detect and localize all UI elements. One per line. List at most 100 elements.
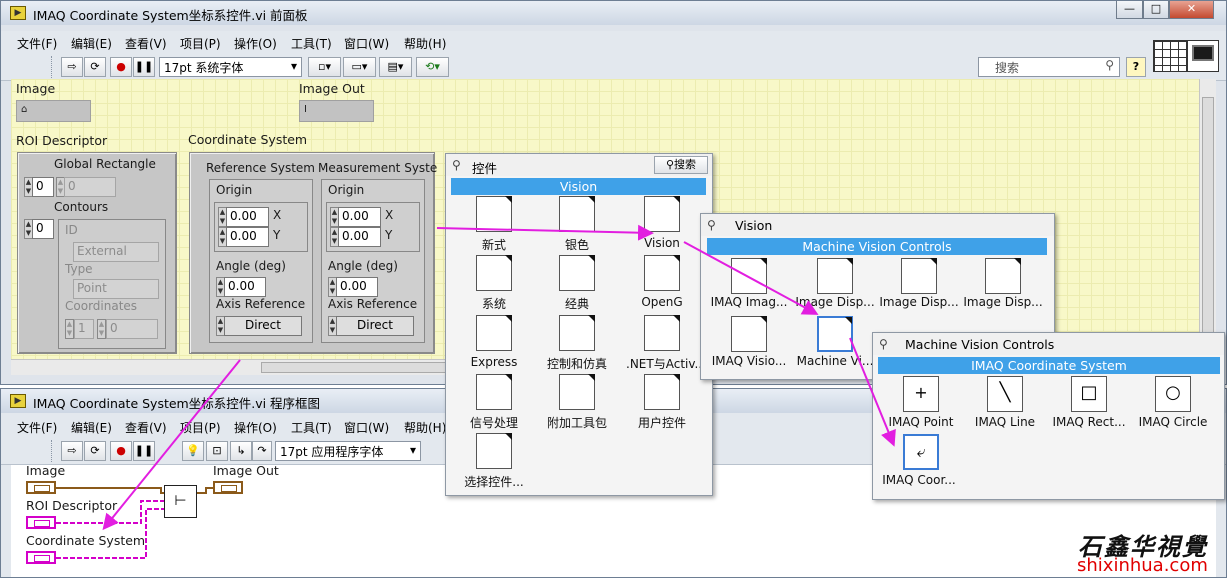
close-button[interactable]: ✕ bbox=[1169, 1, 1214, 19]
machine-vision-icon[interactable] bbox=[817, 316, 853, 352]
vision-palette-icon[interactable] bbox=[644, 196, 680, 232]
bd-menu-operate[interactable]: 操作(O) bbox=[234, 419, 277, 436]
coord-value-field[interactable]: 0 bbox=[106, 319, 158, 339]
ref-axis-reference-field[interactable]: Direct bbox=[224, 316, 302, 336]
help-button[interactable]: ? bbox=[1126, 57, 1146, 77]
bd-run-arrow-icon[interactable]: ⇨ bbox=[61, 441, 83, 461]
controls-palette-header[interactable]: ⚲ 控件 ⚲搜索 bbox=[446, 154, 712, 176]
type-field[interactable]: Point bbox=[73, 279, 159, 299]
global-rect-field[interactable]: 0 bbox=[64, 177, 116, 197]
measurement-system-cluster[interactable]: Origin ▲ ▼ 0.00 X ▲ ▼ 0.00 Y Angle (deg) ▲… bbox=[321, 179, 425, 343]
step-into-icon[interactable]: ↳ bbox=[230, 441, 252, 461]
openg-palette-icon[interactable] bbox=[644, 255, 680, 291]
modern-palette-icon[interactable] bbox=[476, 196, 512, 232]
mvc-pin-icon[interactable]: ⚲ bbox=[879, 337, 888, 351]
bd-menu-tools[interactable]: 工具(T) bbox=[291, 419, 332, 436]
vertical-scroll-thumb[interactable] bbox=[1202, 97, 1214, 337]
highlight-execution-icon[interactable]: 💡 bbox=[182, 441, 204, 461]
imaq-rect-icon[interactable]: □ bbox=[1071, 376, 1107, 412]
run-continuously-icon[interactable]: ⟳ bbox=[84, 57, 106, 77]
imaq-coordinate-icon[interactable]: ⤶ bbox=[903, 434, 939, 470]
menu-help[interactable]: 帮助(H) bbox=[404, 35, 446, 52]
roi-index-field[interactable]: 0 bbox=[32, 177, 54, 197]
step-over-icon[interactable]: ↷ bbox=[252, 441, 272, 461]
search-input[interactable]: 搜索 ⚲ bbox=[978, 57, 1120, 77]
id-field[interactable]: External bbox=[73, 242, 159, 262]
meas-origin-cluster[interactable]: ▲ ▼ 0.00 X ▲ ▼ 0.00 Y bbox=[326, 202, 420, 252]
select-control-palette-icon[interactable] bbox=[476, 433, 512, 469]
dotnet-palette-icon[interactable] bbox=[644, 315, 680, 351]
distribute-objects-icon[interactable]: ▭▾ bbox=[343, 57, 376, 77]
pause-icon[interactable]: ❚❚ bbox=[133, 57, 155, 77]
imaq-image-icon[interactable] bbox=[731, 258, 767, 294]
minimize-button[interactable]: — bbox=[1116, 1, 1143, 19]
bd-run-continuously-icon[interactable]: ⟳ bbox=[84, 441, 106, 461]
abort-icon[interactable]: ● bbox=[110, 57, 132, 77]
menu-window[interactable]: 窗口(W) bbox=[344, 35, 389, 52]
retain-wire-values-icon[interactable]: ⊡ bbox=[206, 441, 228, 461]
menu-project[interactable]: 项目(P) bbox=[180, 35, 221, 52]
coordinate-system-cluster[interactable]: Reference System Origin ▲ ▼ 0.00 X ▲ ▼ 0.0… bbox=[189, 152, 437, 354]
menu-file[interactable]: 文件(F) bbox=[17, 35, 57, 52]
bd-abort-icon[interactable]: ● bbox=[110, 441, 132, 461]
menu-operate[interactable]: 操作(O) bbox=[234, 35, 277, 52]
run-arrow-icon[interactable]: ⇨ bbox=[61, 57, 83, 77]
reference-system-cluster[interactable]: Origin ▲ ▼ 0.00 X ▲ ▼ 0.00 Y Angle (deg) ▲… bbox=[209, 179, 313, 343]
bd-font-select[interactable]: 17pt 应用程序字体 ▾ bbox=[275, 441, 421, 461]
bd-menu-edit[interactable]: 编辑(E) bbox=[71, 419, 112, 436]
image-out-indicator[interactable]: I bbox=[299, 100, 374, 122]
ref-origin-cluster[interactable]: ▲ ▼ 0.00 X ▲ ▼ 0.00 Y bbox=[214, 202, 308, 252]
bd-pause-icon[interactable]: ❚❚ bbox=[133, 441, 155, 461]
ref-angle-field[interactable]: 0.00 bbox=[224, 277, 266, 297]
system-palette-icon[interactable] bbox=[476, 255, 512, 291]
bd-menu-window[interactable]: 窗口(W) bbox=[344, 419, 389, 436]
express-palette-icon[interactable] bbox=[476, 315, 512, 351]
bd-menu-project[interactable]: 项目(P) bbox=[180, 419, 221, 436]
meas-axis-reference-field[interactable]: Direct bbox=[336, 316, 414, 336]
ref-y-field[interactable]: 0.00 bbox=[226, 227, 269, 247]
reorder-icon[interactable]: ⟲▾ bbox=[416, 57, 449, 77]
mvc-palette-header[interactable]: ⚲ Machine Vision Controls bbox=[873, 333, 1224, 355]
imaq-circle-icon[interactable]: ○ bbox=[1155, 376, 1191, 412]
front-panel-titlebar[interactable]: ▶ IMAQ Coordinate System坐标系控件.vi 前面板 — □… bbox=[1, 1, 1226, 25]
vision-palette-header[interactable]: ⚲ Vision bbox=[701, 214, 1054, 236]
vi-icon[interactable] bbox=[1187, 40, 1219, 72]
menu-view[interactable]: 查看(V) bbox=[125, 35, 167, 52]
silver-palette-icon[interactable] bbox=[559, 196, 595, 232]
classic-palette-icon[interactable] bbox=[559, 255, 595, 291]
coord-index-field[interactable]: 1 bbox=[74, 319, 94, 339]
imaq-line-icon[interactable]: ╲ bbox=[987, 376, 1023, 412]
align-objects-icon[interactable]: ▫▾ bbox=[308, 57, 341, 77]
ref-x-field[interactable]: 0.00 bbox=[226, 207, 269, 227]
vision-pin-icon[interactable]: ⚲ bbox=[707, 218, 716, 232]
bd-menu-file[interactable]: 文件(F) bbox=[17, 419, 57, 436]
bd-menu-help[interactable]: 帮助(H) bbox=[404, 419, 446, 436]
maximize-button[interactable]: □ bbox=[1143, 1, 1169, 19]
bd-menu-view[interactable]: 查看(V) bbox=[125, 419, 167, 436]
menu-tools[interactable]: 工具(T) bbox=[291, 35, 332, 52]
imaq-point-icon[interactable]: + bbox=[903, 376, 939, 412]
addons-palette-icon[interactable] bbox=[559, 374, 595, 410]
pin-icon[interactable]: ⚲ bbox=[452, 158, 461, 172]
palette-search-button[interactable]: ⚲搜索 bbox=[654, 156, 708, 174]
image-display-1-icon[interactable] bbox=[817, 258, 853, 294]
font-select[interactable]: 17pt 系统字体 ▾ bbox=[159, 57, 302, 77]
vertical-scrollbar[interactable] bbox=[1199, 79, 1216, 359]
contours-index-field[interactable]: 0 bbox=[32, 219, 54, 239]
imaq-vision-icon[interactable] bbox=[731, 316, 767, 352]
menu-edit[interactable]: 编辑(E) bbox=[71, 35, 112, 52]
resize-objects-icon[interactable]: ▤▾ bbox=[379, 57, 412, 77]
meas-angle-field[interactable]: 0.00 bbox=[336, 277, 378, 297]
contours-element[interactable]: ID External Type Point Coordinates ▲ ▼ 1 … bbox=[58, 219, 166, 349]
user-controls-palette-icon[interactable] bbox=[644, 374, 680, 410]
meas-x-field[interactable]: 0.00 bbox=[338, 207, 381, 227]
signal-processing-palette-icon[interactable] bbox=[476, 374, 512, 410]
coord-index-spinner[interactable]: ▲ ▼ bbox=[65, 319, 74, 339]
meas-y-field[interactable]: 0.00 bbox=[338, 227, 381, 247]
control-sim-palette-icon[interactable] bbox=[559, 315, 595, 351]
image-display-2-icon[interactable] bbox=[901, 258, 937, 294]
roi-descriptor-cluster[interactable]: Global Rectangle ▲ ▼ 0 ▲ ▼ 0 Contours ▲ ▼ 0… bbox=[17, 152, 177, 354]
image-control[interactable]: ⌂ bbox=[16, 100, 91, 122]
image-display-3-icon[interactable] bbox=[985, 258, 1021, 294]
coord-value-spinner[interactable]: ▲ ▼ bbox=[97, 319, 106, 339]
